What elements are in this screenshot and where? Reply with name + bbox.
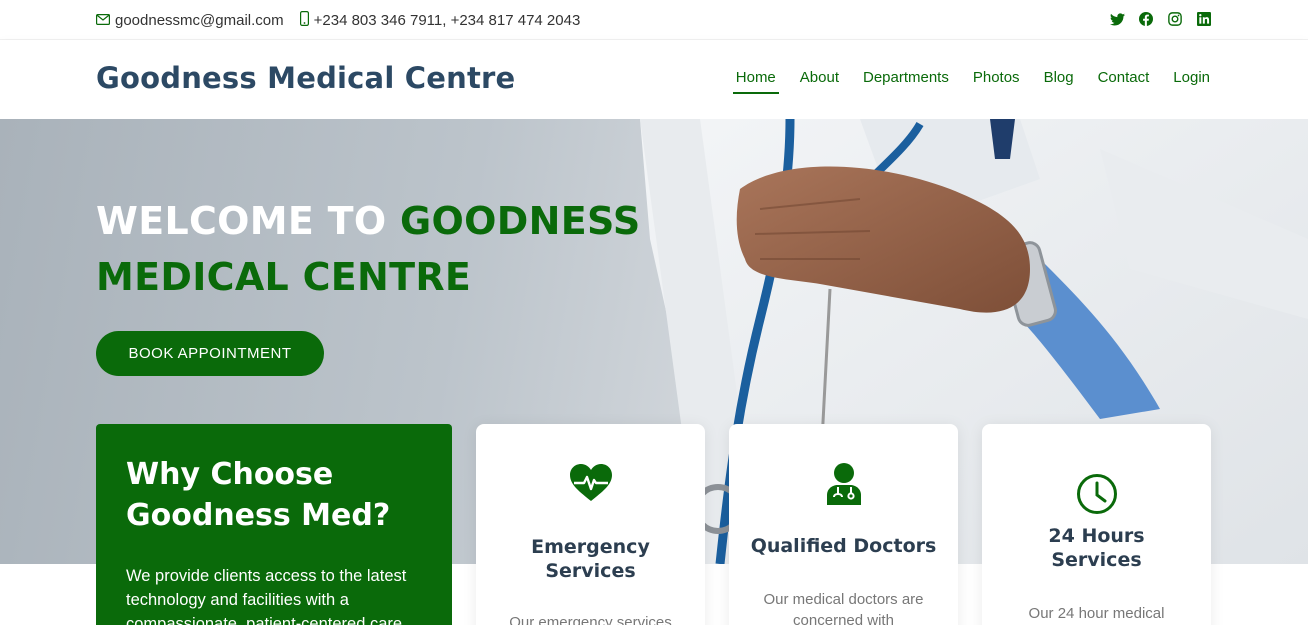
heartbeat-icon <box>476 464 705 502</box>
phone-item[interactable]: +234 803 346 7911, +234 817 474 2043 <box>299 11 581 30</box>
service-card-doctors[interactable]: Qualified Doctors Our medical doctors ar… <box>729 424 958 625</box>
twitter-icon[interactable] <box>1109 11 1125 27</box>
card-title: Qualified Doctors <box>750 535 937 557</box>
phone-text: +234 803 346 7911, +234 817 474 2043 <box>313 12 581 29</box>
card-text: Our emergency services <box>509 614 672 625</box>
hero-title-white: WELCOME TO <box>96 199 401 243</box>
email-text: goodnessmc@gmail.com <box>115 12 284 29</box>
doctor-icon <box>729 463 958 505</box>
nav-contact[interactable]: Contact <box>1098 69 1150 94</box>
social-links <box>1096 11 1212 27</box>
nav-blog[interactable]: Blog <box>1044 69 1074 94</box>
nav-about[interactable]: About <box>800 69 839 94</box>
envelope-icon <box>96 12 111 29</box>
hero-title-green-2: MEDICAL CENTRE <box>96 255 472 299</box>
card-title: 24 Hours Services <box>1048 525 1145 571</box>
service-card-24hours[interactable]: 24 Hours Services Our 24 hour medical <box>982 424 1211 625</box>
email-item[interactable]: goodnessmc@gmail.com <box>96 12 284 29</box>
facebook-icon[interactable] <box>1138 11 1154 27</box>
top-bar: goodnessmc@gmail.com +234 803 346 7911, … <box>0 0 1308 40</box>
clock-icon <box>982 473 1211 515</box>
book-appointment-button[interactable]: BOOK APPOINTMENT <box>96 331 324 376</box>
phone-icon <box>299 11 309 30</box>
hero-title-green-1: GOODNESS <box>400 199 641 243</box>
card-text: Our 24 hour medical <box>1028 605 1165 622</box>
instagram-icon[interactable] <box>1167 11 1183 27</box>
contact-info: goodnessmc@gmail.com +234 803 346 7911, … <box>96 11 596 30</box>
nav-home[interactable]: Home <box>732 69 779 94</box>
nav-departments[interactable]: Departments <box>863 69 949 94</box>
card-title: Emergency Services <box>531 536 650 582</box>
main-header: Goodness Medical Centre Home About Depar… <box>0 40 1308 119</box>
card-text: Our medical doctors are concerned with <box>763 591 924 625</box>
nav-photos[interactable]: Photos <box>973 69 1020 94</box>
why-choose-card: Why Choose Goodness Med? We provide clie… <box>96 424 452 625</box>
nav-login[interactable]: Login <box>1173 69 1210 94</box>
why-text: We provide clients access to the latest … <box>126 567 407 625</box>
site-logo[interactable]: Goodness Medical Centre <box>96 61 515 95</box>
linkedin-icon[interactable] <box>1196 11 1212 27</box>
service-card-emergency[interactable]: Emergency Services Our emergency service… <box>476 424 705 625</box>
hero-title: WELCOME TO GOODNESS MEDICAL CENTRE <box>96 193 656 305</box>
why-title: Why Choose Goodness Med? <box>126 457 391 533</box>
main-nav: Home About Departments Photos Blog Conta… <box>712 69 1210 94</box>
